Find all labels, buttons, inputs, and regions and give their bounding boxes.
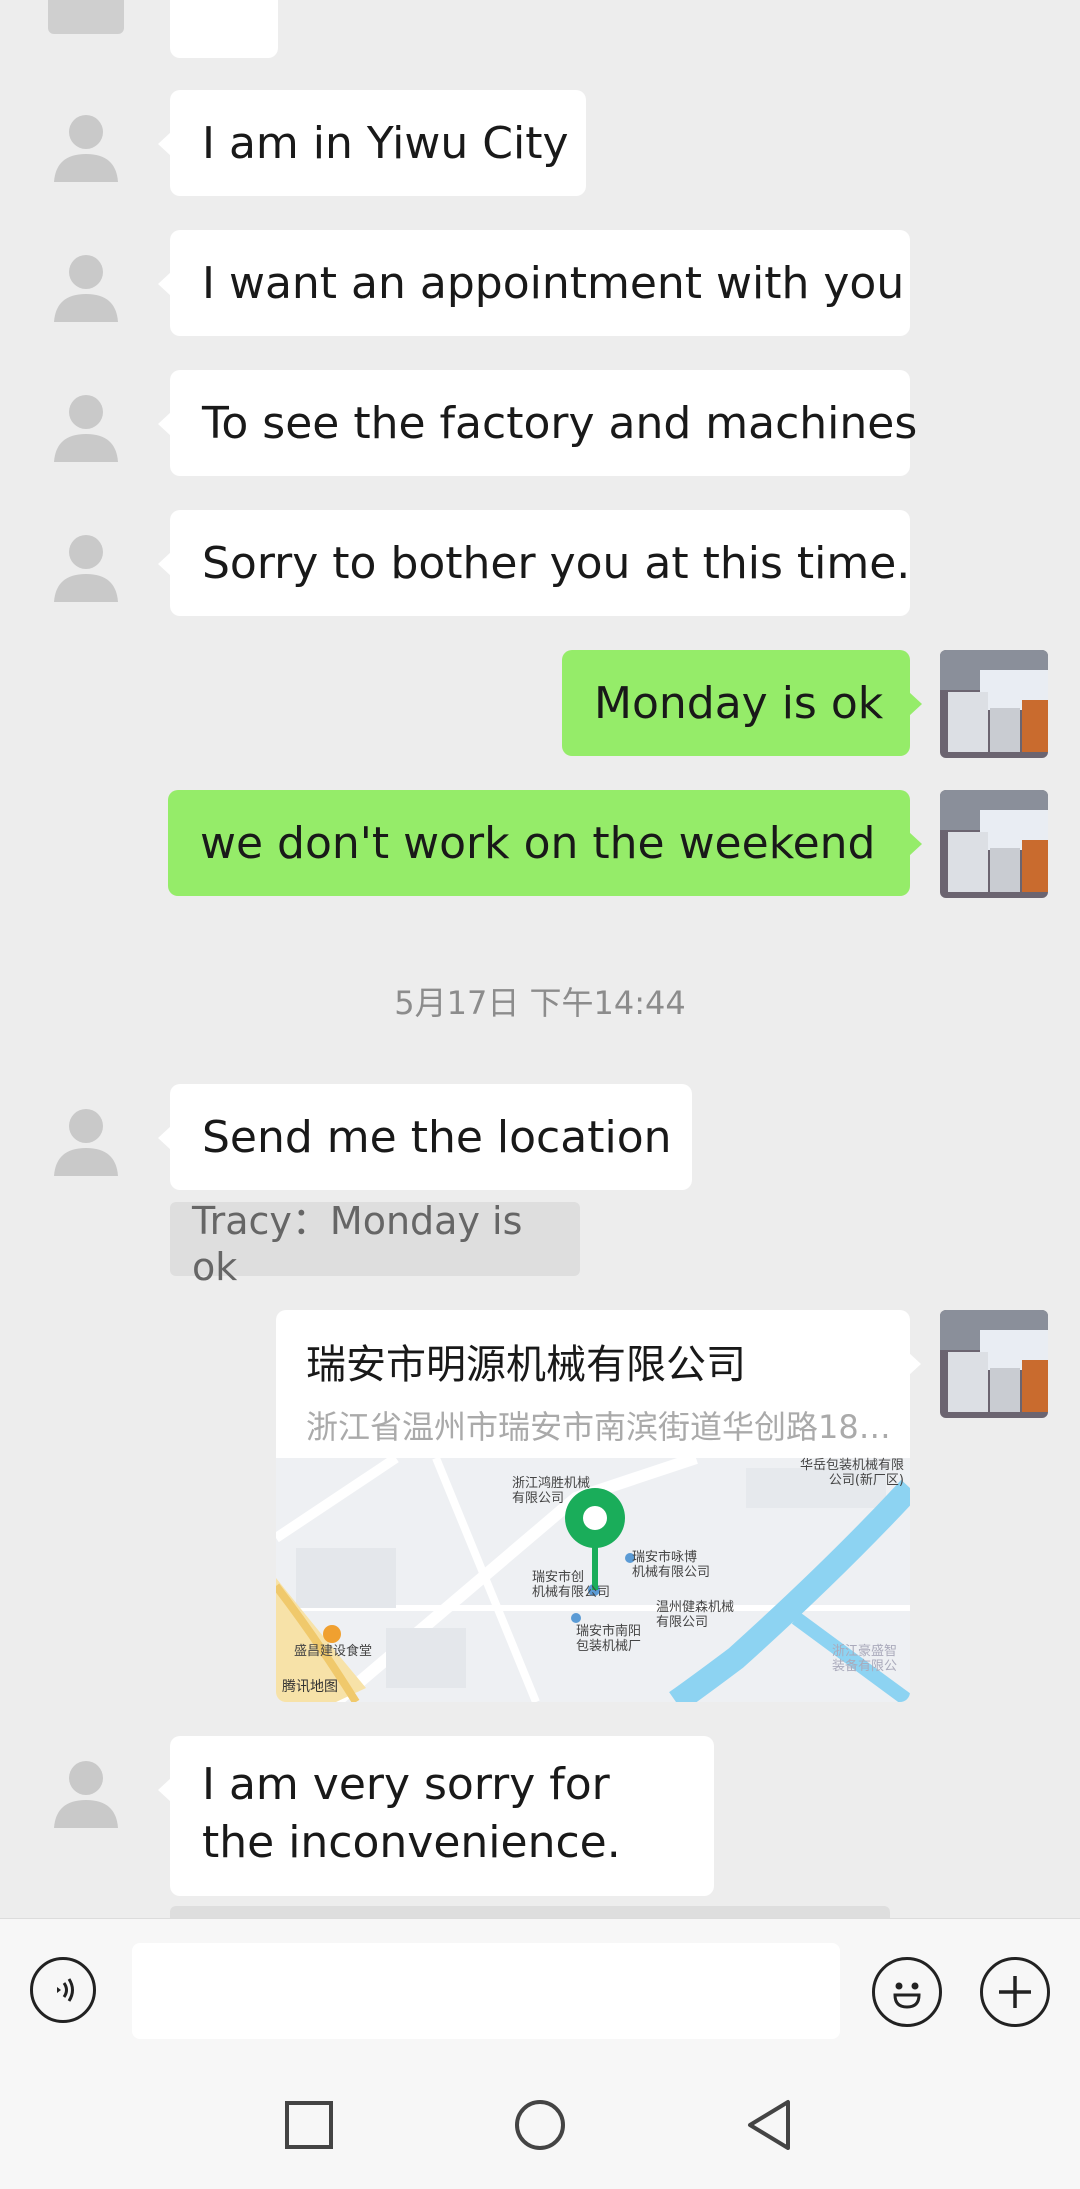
person-icon [54,1109,118,1176]
location-map[interactable]: 浙江鸿胜机械 有限公司 瑞安市创 机械有限公司 瑞安市咏博 机械有限公司 温州健森机械… [276,1458,910,1702]
recents-square-icon[interactable] [284,2100,334,2150]
map-label: 瑞安市南阳 包装机械厂 [576,1624,642,1654]
my-avatar[interactable] [940,650,1048,758]
location-title: 瑞安市明源机械有限公司 [306,1342,746,1388]
received-message[interactable]: I am very sorry for the inconvenience. [158,1736,714,1896]
contact-avatar[interactable] [48,1754,124,1830]
received-message[interactable]: I am in Yiwu City [158,90,586,196]
partial-avatar[interactable] [48,0,124,34]
person-icon [54,255,118,322]
factory-photo-avatar [940,1310,1048,1418]
person-icon [54,395,118,462]
map-label: 浙江鸿胜机械 有限公司 [512,1476,591,1506]
plus-icon [999,1976,1031,2008]
factory-photo-avatar [940,790,1048,898]
map-label: 瑞安市创 机械有限公司 [532,1570,611,1600]
person-icon [54,535,118,602]
received-message[interactable]: Send me the location [158,1084,692,1190]
back-triangle-icon[interactable] [744,2098,794,2152]
home-circle-icon[interactable] [513,2098,567,2152]
sent-message[interactable]: we don't work on the weekend [168,790,922,896]
voice-icon [57,1978,74,2002]
my-avatar[interactable] [940,790,1048,898]
received-message[interactable]: To see the factory and machines [158,370,917,476]
smiley-icon [893,1982,921,2009]
factory-photo-avatar [940,650,1048,758]
person-icon [54,115,118,182]
location-card[interactable]: 瑞安市明源机械有限公司 浙江省温州市瑞安市南滨街道华创路188... 浙江鸿胜机… [276,1310,910,1702]
sent-message[interactable]: Monday is ok [562,650,922,756]
quoted-reply[interactable]: Tracy：Monday is ok [170,1199,580,1289]
map-label: 盛昌建设食堂 [294,1644,373,1659]
location-address: 浙江省温州市瑞安市南滨街道华创路188... [306,1408,896,1446]
person-icon [54,1761,118,1828]
map-label: 浙江豪盛智 装备有限公 [832,1644,898,1674]
received-message[interactable]: I want an appointment with you [158,230,910,336]
map-label: 华岳包装机械有限 公司(新厂区) [800,1458,905,1488]
message-timestamp: 5月17日 下午14:44 [394,984,686,1022]
contact-avatar[interactable] [48,248,124,324]
voice-button[interactable] [30,1957,96,2023]
contact-avatar[interactable] [48,388,124,464]
received-message[interactable]: Sorry to bother you at this time. [158,510,910,616]
map-label: 瑞安市咏博 机械有限公司 [632,1550,711,1580]
my-avatar[interactable] [940,1310,1048,1418]
contact-avatar[interactable] [48,528,124,604]
location-card-tail [908,1352,921,1376]
system-nav-bar [0,2062,1080,2189]
emoji-button[interactable] [872,1957,942,2027]
message-input[interactable] [132,1943,840,2039]
more-button[interactable] [980,1957,1050,2027]
chat-input-bar [0,1918,1080,2063]
contact-avatar[interactable] [48,108,124,184]
partial-message-bubble[interactable] [170,0,278,58]
contact-avatar[interactable] [48,1102,124,1178]
map-provider-label: 腾讯地图 [282,1679,338,1695]
map-label: 温州健森机械 有限公司 [656,1600,735,1630]
